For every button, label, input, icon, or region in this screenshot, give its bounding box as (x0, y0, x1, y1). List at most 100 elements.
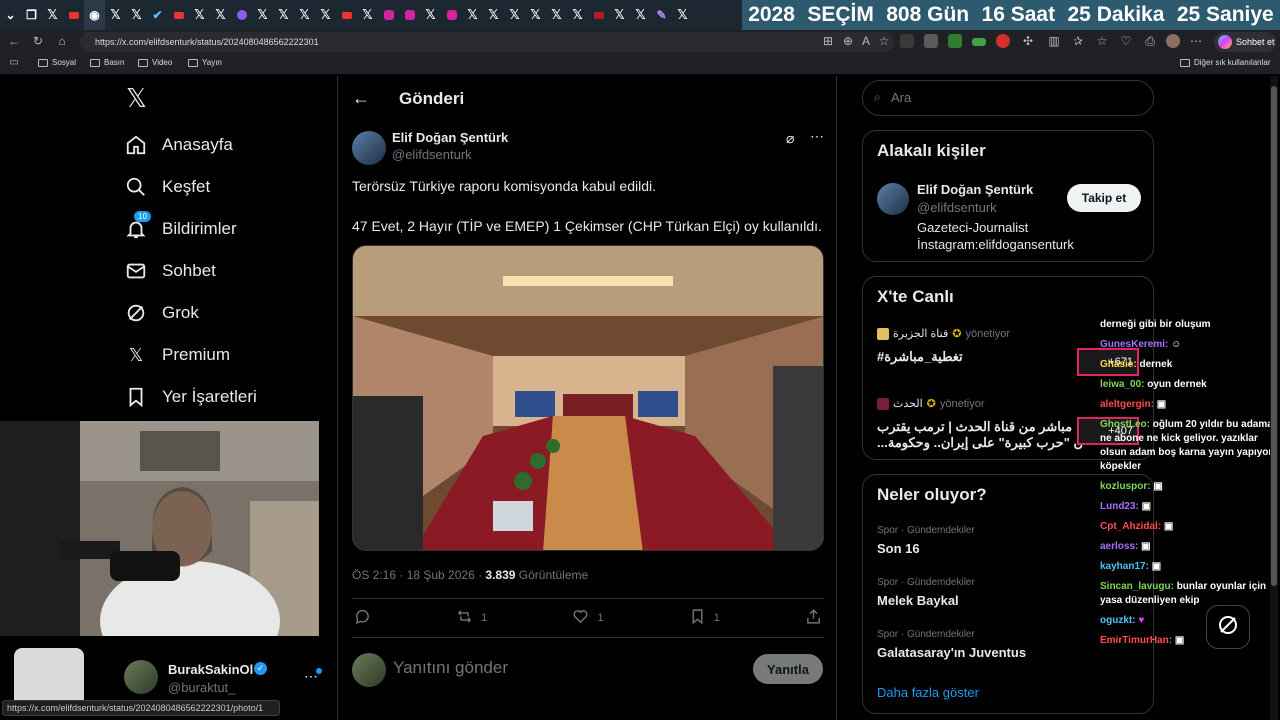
back-arrow-icon[interactable]: ← (352, 88, 370, 109)
refresh-icon[interactable]: ↻ (30, 33, 46, 49)
app-icon[interactable]: ⊞ (820, 33, 836, 49)
tab-x[interactable]: 𝕏 (126, 0, 147, 30)
favorite-icon[interactable]: ☆ (876, 33, 892, 49)
author-avatar[interactable] (352, 131, 386, 165)
related-handle[interactable]: @elifdsenturk (917, 200, 997, 215)
read-aloud-icon[interactable]: A (858, 33, 874, 49)
grok-explain-icon[interactable]: ⌀ (786, 130, 794, 147)
tab-menu-icon[interactable]: ⌄ (0, 0, 21, 30)
copilot-chat-button[interactable]: Sohbet et (1214, 32, 1276, 52)
collections-icon[interactable]: ☆ (1094, 33, 1110, 49)
post-photo[interactable] (352, 245, 824, 551)
tab-bird[interactable]: ✔ (147, 0, 168, 30)
trend-item[interactable]: Melek Baykal (877, 593, 959, 608)
other-bookmarks[interactable]: Diğer sık kullanılanlar (1180, 58, 1270, 67)
reply-button[interactable]: Yanıtla (753, 654, 823, 684)
extension-icon[interactable] (924, 34, 938, 48)
heart-pulse-icon[interactable]: ♡ (1118, 33, 1134, 49)
screenshot-icon[interactable]: ⎙ (1142, 33, 1158, 49)
related-name[interactable]: Elif Doğan Şentürk (917, 182, 1033, 197)
nav-explore[interactable]: Keşfet (124, 167, 210, 207)
scrollbar-thumb[interactable] (1271, 86, 1277, 586)
tab-workspaces-icon[interactable]: ❐ (21, 0, 42, 30)
tab-pen[interactable]: ✎ (651, 0, 672, 30)
emote-icon: ▣ (1141, 541, 1151, 552)
grok-floating-button[interactable] (1206, 605, 1250, 649)
tab-x[interactable]: 𝕏 (294, 0, 315, 30)
tab-youtube[interactable] (336, 0, 357, 30)
bookmark-action[interactable]: 1 (689, 608, 720, 628)
more-options-icon[interactable]: ⋯ (810, 128, 824, 145)
tab-x[interactable]: 𝕏 (210, 0, 231, 30)
bookmark-folder-yayin[interactable]: Yayın (188, 58, 222, 67)
tab-x[interactable]: 𝕏 (672, 0, 693, 30)
extension-icon[interactable] (996, 34, 1010, 48)
split-screen-icon[interactable]: ▥ (1046, 33, 1062, 49)
show-more-link[interactable]: Daha fazla göster (877, 685, 979, 700)
tab-x[interactable]: 𝕏 (105, 0, 126, 30)
home-icon[interactable]: ⌂ (54, 33, 70, 49)
follow-button[interactable]: Takip et (1067, 184, 1141, 212)
tab-x[interactable]: 𝕏 (189, 0, 210, 30)
extension-icon[interactable] (948, 34, 962, 48)
extension-icon[interactable] (972, 38, 986, 46)
trend-item[interactable]: Galatasaray'ın Juventus (877, 645, 1026, 660)
tab-youtube[interactable] (63, 0, 84, 30)
nav-home[interactable]: Anasayfa (124, 125, 233, 165)
live-stream-title[interactable]: #تغطية_مباشرة (877, 349, 963, 365)
share-action[interactable] (805, 608, 822, 628)
reply-input[interactable]: Yanıtını gönder (393, 658, 508, 678)
nav-premium[interactable]: 𝕏 Premium (124, 335, 230, 375)
tab-youtube[interactable] (168, 0, 189, 30)
tab-x[interactable]: 𝕏 (252, 0, 273, 30)
post-timestamp[interactable]: ÖS 2:16 · 18 Şub 2026 · (352, 568, 485, 582)
related-avatar[interactable] (877, 183, 909, 215)
tab-instagram[interactable] (441, 0, 462, 30)
tab-x[interactable]: 𝕏 (357, 0, 378, 30)
tab-x[interactable]: 𝕏 (462, 0, 483, 30)
live-stream-title[interactable]: مباشر من قناة الحدث | ترمب يقترب (877, 419, 1072, 435)
tab-x[interactable]: 𝕏 (42, 0, 63, 30)
tab-active[interactable]: ◉ (84, 0, 105, 30)
like-action[interactable]: 1 (572, 608, 604, 628)
x-logo-icon[interactable]: 𝕏 (126, 84, 147, 114)
tab-instagram[interactable] (399, 0, 420, 30)
tab-x[interactable]: 𝕏 (420, 0, 441, 30)
favorites-icon[interactable]: ✰ (1070, 33, 1086, 49)
page-scrollbar[interactable] (1270, 76, 1278, 720)
tab-instagram[interactable] (378, 0, 399, 30)
url-input[interactable]: https://x.com/elifdsenturk/status/202408… (80, 32, 894, 52)
tab-twitch[interactable] (231, 0, 252, 30)
nav-grok[interactable]: Grok (124, 293, 199, 333)
nav-bookmarks[interactable]: Yer İşaretleri (124, 377, 257, 417)
repost-action[interactable]: 1 (456, 608, 487, 628)
tab-red[interactable] (588, 0, 609, 30)
live-stream-title[interactable]: ...ن "حرب كبيرة" على إيران.. وحكومة (877, 435, 1083, 451)
tab-x[interactable]: 𝕏 (630, 0, 651, 30)
tablet-icon[interactable]: ▭ (6, 55, 22, 71)
author-name[interactable]: Elif Doğan Şentürk (392, 130, 508, 145)
reply-action[interactable] (354, 608, 371, 628)
tab-x[interactable]: 𝕏 (273, 0, 294, 30)
tab-x[interactable]: 𝕏 (609, 0, 630, 30)
extension-icon[interactable] (900, 34, 914, 48)
tab-x[interactable]: 𝕏 (525, 0, 546, 30)
tab-x[interactable]: 𝕏 (483, 0, 504, 30)
search-input[interactable]: Ara (862, 80, 1154, 116)
extensions-puzzle-icon[interactable]: ✣ (1020, 33, 1036, 49)
bookmark-folder-basin[interactable]: Basın (90, 58, 124, 67)
tab-x[interactable]: 𝕏 (315, 0, 336, 30)
author-handle[interactable]: @elifdsenturk (392, 147, 472, 162)
more-icon[interactable]: ⋯ (1188, 33, 1204, 49)
trend-item[interactable]: Son 16 (877, 541, 920, 556)
nav-messages[interactable]: Sohbet (124, 251, 216, 291)
nav-notifications[interactable]: 10 Bildirimler (124, 209, 237, 249)
profile-avatar[interactable] (1166, 34, 1180, 48)
bookmark-folder-sosyal[interactable]: Sosyal (38, 58, 76, 67)
bookmark-folder-video[interactable]: Video (138, 58, 172, 67)
tab-x[interactable]: 𝕏 (504, 0, 525, 30)
back-icon[interactable]: ← (6, 33, 22, 49)
zoom-icon[interactable]: ⊕ (840, 33, 856, 49)
tab-x[interactable]: 𝕏 (546, 0, 567, 30)
tab-x[interactable]: 𝕏 (567, 0, 588, 30)
